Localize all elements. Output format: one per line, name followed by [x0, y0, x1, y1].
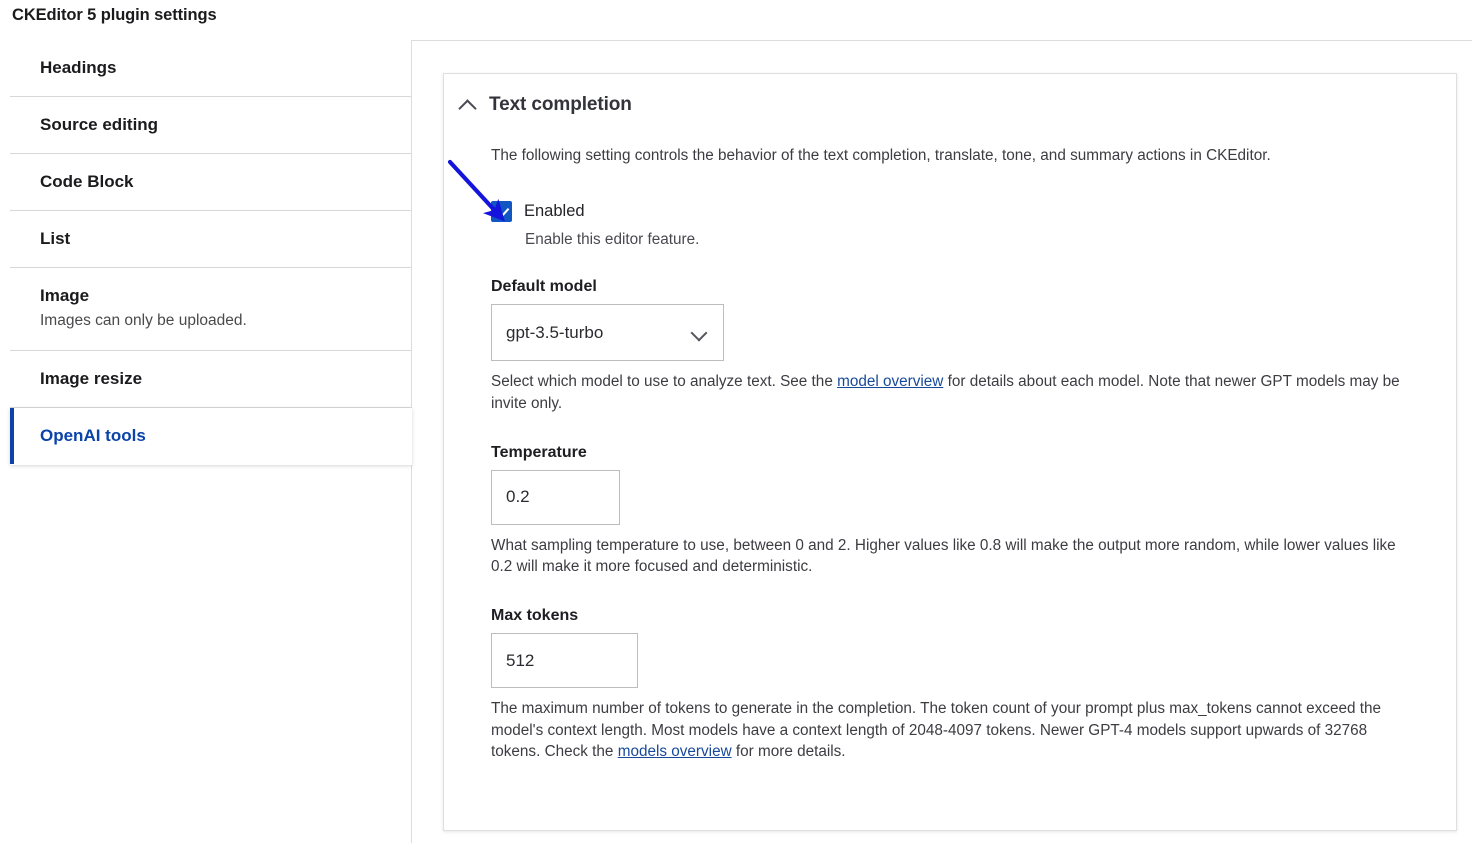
models-overview-link[interactable]: models overview: [618, 743, 732, 760]
sidebar-item-image-resize[interactable]: Image resize: [10, 350, 412, 409]
intro-description: The following setting controls the behav…: [491, 147, 1271, 164]
card-title: Text completion: [489, 94, 632, 115]
sidebar-item-code-block[interactable]: Code Block: [10, 154, 412, 212]
sidebar-item-label: List: [40, 229, 71, 249]
temperature-input[interactable]: 0.2: [491, 469, 620, 525]
sidebar-item-label: Headings: [40, 58, 117, 77]
enabled-help-text: Enable this editor feature.: [525, 231, 700, 249]
sidebar-item-label: OpenAI tools: [40, 426, 146, 446]
temperature-label: Temperature: [491, 443, 587, 461]
sidebar-item-image[interactable]: Image Images can only be uploaded.: [10, 268, 412, 351]
sidebar-item-headings[interactable]: Headings: [10, 40, 412, 98]
text-completion-body: The following setting controls the behav…: [444, 145, 1456, 797]
chevron-down-icon[interactable]: [691, 325, 707, 341]
enabled-checkbox[interactable]: [491, 201, 512, 223]
sidebar-item-label: Image resize: [40, 368, 143, 388]
enabled-checkbox-label[interactable]: Enabled: [524, 202, 585, 221]
sidebar-item-openai-tools[interactable]: OpenAI tools: [10, 408, 412, 466]
sidebar-item-source-editing[interactable]: Source editing: [10, 97, 412, 155]
temperature-help: What sampling temperature to use, betwee…: [491, 536, 1396, 576]
sidebar-item-summary: Images can only be uploaded.: [40, 312, 247, 330]
max-tokens-field: Max tokens 512 The maximum number of tok…: [491, 607, 1441, 763]
default-model-help: Select which model to use to analyze tex…: [491, 371, 1416, 414]
text-completion-header[interactable]: Text completion: [444, 74, 1456, 116]
chevron-up-icon[interactable]: [459, 96, 477, 114]
text-completion-card: Text completion The following setting co…: [443, 73, 1457, 831]
default-model-label: Default model: [491, 278, 597, 296]
default-model-value: gpt-3.5-turbo: [506, 322, 604, 342]
settings-tab-list: Headings Source editing Code Block List …: [0, 40, 412, 843]
max-tokens-input[interactable]: 512: [491, 633, 638, 689]
sidebar-item-label: Code Block: [40, 172, 134, 192]
max-tokens-help: The maximum number of tokens to generate…: [491, 698, 1416, 763]
app-root: CKEditor 5 plugin settings Headings Sour…: [0, 0, 1472, 843]
max-tokens-label: Max tokens: [491, 607, 579, 625]
enabled-checkbox-row[interactable]: Enabled: [491, 201, 1441, 223]
temperature-field: Temperature 0.2 What sampling temperatur…: [491, 444, 1441, 578]
default-model-help-before: Select which model to use to analyze tex…: [491, 373, 838, 391]
model-overview-link[interactable]: model overview: [837, 373, 943, 390]
sidebar-item-label: Source editing: [40, 115, 159, 135]
default-model-field: Default model gpt-3.5-turbo Select which…: [491, 278, 1441, 414]
max-tokens-help-after: for more details.: [731, 743, 846, 761]
page-title: CKEditor 5 plugin settings: [12, 6, 217, 24]
sidebar-item-label: Image: [40, 286, 90, 306]
default-model-select[interactable]: gpt-3.5-turbo: [491, 304, 724, 362]
sidebar-item-list[interactable]: List: [10, 211, 412, 269]
settings-pane: Text completion The following setting co…: [411, 40, 1472, 843]
